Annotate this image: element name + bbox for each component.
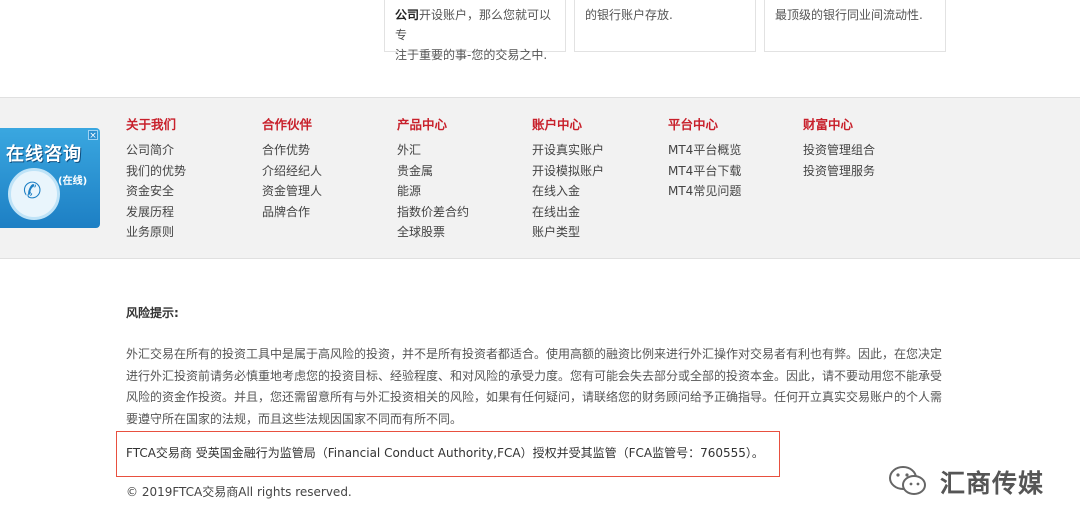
footer-link[interactable]: 发展历程 [126,202,186,223]
footer-col-title: 关于我们 [126,117,177,132]
footer-link[interactable]: MT4平台下载 [668,161,741,182]
feature-card-1-bold: 公司 [395,8,420,22]
copyright: © 2019FTCA交易商All rights reserved. [126,485,352,499]
watermark-text: 汇商传媒 [940,469,1045,498]
feature-card-1-line2: 注于重要的事-您的交易之中. [395,48,548,62]
footer-link[interactable]: 账户类型 [532,222,604,243]
consult-online-label: (在线) [58,176,88,187]
footer-col-wealth: 财富中心 投资管理组合 投资管理服务 [803,116,875,181]
close-icon[interactable]: × [88,130,98,141]
feature-card-2: 的银行账户存放. [574,0,756,52]
footer-link[interactable]: 投资管理组合 [803,140,875,161]
footer-link[interactable]: 开设模拟账户 [532,161,604,182]
footer-col-title: 产品中心 [397,117,448,132]
feature-card-3-line1: 最顶级的银行同业间流动性. [775,8,923,22]
footer-link[interactable]: 外汇 [397,140,469,161]
footer-link[interactable]: 介绍经纪人 [262,161,322,182]
footer-col-title: 平台中心 [668,117,719,132]
online-consult-widget[interactable]: × 在线咨询 ✆ (在线) [0,128,100,228]
phone-icon: ✆ [8,168,60,220]
footer-link[interactable]: 全球股票 [397,222,469,243]
footer-col-accounts: 账户中心 开设真实账户 开设模拟账户 在线入金 在线出金 账户类型 [532,116,604,243]
feature-card-1-line1: 开设账户，那么您就可以专 [395,8,552,42]
footer-link[interactable]: 我们的优势 [126,161,186,182]
risk-notice: 风险提示: 外汇交易在所有的投资工具中是属于高风险的投资，并不是所有投资者都适合… [126,305,946,430]
footer-link[interactable]: 在线入金 [532,181,604,202]
footer-link[interactable]: 合作优势 [262,140,322,161]
footer-col-products: 产品中心 外汇 贵金属 能源 指数价差合约 全球股票 [397,116,469,243]
top-feature-strip: 公司开设账户，那么您就可以专 注于重要的事-您的交易之中. 的银行账户存放. 最… [0,0,1080,97]
footer-link[interactable]: 能源 [397,181,469,202]
footer-link[interactable]: 公司简介 [126,140,186,161]
feature-card-2-line1: 的银行账户存放. [585,8,673,22]
footer-col-title: 财富中心 [803,117,854,132]
footer-link[interactable]: 开设真实账户 [532,140,604,161]
risk-body: 外汇交易在所有的投资工具中是属于高风险的投资，并不是所有投资者都适合。使用高额的… [126,347,943,426]
footer-link[interactable]: 资金管理人 [262,181,322,202]
footer-nav: 关于我们 公司简介 我们的优势 资金安全 发展历程 业务原则 合作伙伴 合作优势… [0,97,1080,259]
license-statement: FTCA交易商 受英国金融行为监管局（Financial Conduct Aut… [126,446,764,460]
risk-title: 风险提示: [126,306,179,320]
consult-title: 在线咨询 [6,144,82,165]
watermark: 汇商传媒 [888,462,1068,502]
footer-col-partners: 合作伙伴 合作优势 介绍经纪人 资金管理人 品牌合作 [262,116,322,222]
feature-card-1: 公司开设账户，那么您就可以专 注于重要的事-您的交易之中. [384,0,566,62]
footer-link[interactable]: 指数价差合约 [397,202,469,223]
footer-link[interactable]: 资金安全 [126,181,186,202]
footer-col-platform: 平台中心 MT4平台概览 MT4平台下载 MT4常见问题 [668,116,741,202]
footer-col-about: 关于我们 公司简介 我们的优势 资金安全 发展历程 业务原则 [126,116,186,243]
footer-link[interactable]: MT4常见问题 [668,181,741,202]
footer-link[interactable]: MT4平台概览 [668,140,741,161]
footer-link[interactable]: 在线出金 [532,202,604,223]
footer-link[interactable]: 贵金属 [397,161,469,182]
feature-card-3: 最顶级的银行同业间流动性. [764,0,946,52]
footer-link[interactable]: 品牌合作 [262,202,322,223]
footer-col-title: 合作伙伴 [262,117,313,132]
footer-col-title: 账户中心 [532,117,583,132]
footer-link[interactable]: 投资管理服务 [803,161,875,182]
wechat-icon [889,466,926,495]
footer-link[interactable]: 业务原则 [126,222,186,243]
